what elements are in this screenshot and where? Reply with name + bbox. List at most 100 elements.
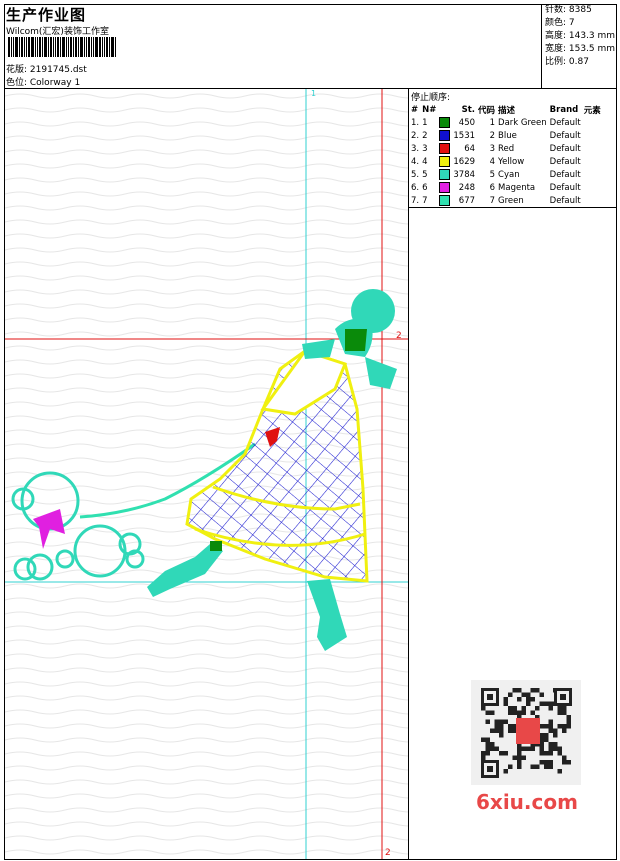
- table-row: 3. 3 64 3 Red Default: [411, 142, 604, 155]
- row-swatch: [439, 116, 453, 129]
- color-count: 颜色: 7: [545, 18, 575, 28]
- color-swatch: [439, 130, 451, 141]
- qr-module: [539, 746, 544, 751]
- qr-module: [508, 692, 513, 697]
- qr-module: [553, 728, 558, 733]
- qr-code: [471, 680, 581, 785]
- qr-module: [562, 760, 567, 765]
- qr-module: [503, 719, 508, 724]
- qr-module: [553, 746, 558, 751]
- qr-module: [508, 764, 513, 769]
- color-swatch: [439, 143, 451, 154]
- stop-sequence-table: # N# St. 代码 描述 Brand 元素 1. 1 450 1 Dark Gree…: [411, 104, 604, 207]
- qr-module: [548, 742, 553, 747]
- row-element: [584, 142, 604, 155]
- watermark: 6xiu.com: [476, 790, 578, 814]
- qr-module: [562, 706, 567, 711]
- barcode-bar: [109, 37, 110, 57]
- row-element: [584, 181, 604, 194]
- qr-module: [562, 710, 567, 715]
- row-stitches: 1531: [453, 130, 476, 141]
- qr-module: [539, 742, 544, 747]
- qr-module: [535, 688, 540, 693]
- qr-module: [481, 755, 486, 760]
- design-scale: 比例: 0.87: [545, 57, 589, 67]
- barcode-bar: [55, 37, 56, 57]
- barcode-bar: [75, 37, 77, 57]
- qr-module: [481, 737, 486, 742]
- row-description: Yellow: [498, 156, 525, 167]
- qr-code-svg: [481, 688, 572, 778]
- barcode-bar: [50, 37, 52, 57]
- stitch-count: 针数: 8385: [545, 5, 592, 15]
- row-element: [584, 129, 604, 142]
- qr-module: [517, 697, 522, 702]
- barcode-bar: [106, 37, 108, 57]
- barcode-bar: [68, 37, 69, 57]
- qr-module: [530, 697, 535, 702]
- row-stitches: 1629: [453, 156, 476, 167]
- qr-module: [490, 710, 495, 715]
- row-swatch: [439, 181, 453, 194]
- marker-two-bottom: 2: [385, 848, 391, 858]
- qr-module: [517, 755, 522, 760]
- qr-module: [490, 746, 495, 751]
- row-swatch: [439, 129, 453, 142]
- qr-module: [490, 728, 495, 733]
- barcode-bar: [44, 37, 47, 57]
- barcode-bar: [70, 37, 72, 57]
- qr-module: [530, 688, 535, 693]
- row-number: 7: [422, 195, 428, 206]
- barcode-bar: [42, 37, 43, 57]
- colorway-label: 色位: Colorway 1: [6, 78, 81, 88]
- row-stitches: 64: [464, 143, 476, 154]
- qr-module: [557, 769, 562, 774]
- design-preview: 1 2 2: [5, 89, 409, 859]
- qr-module: [512, 706, 517, 711]
- qr-module: [517, 688, 522, 693]
- row-index: 1.: [411, 117, 420, 128]
- row-code: 7: [489, 195, 496, 206]
- qr-module: [512, 688, 517, 693]
- row-index: 4.: [411, 156, 420, 167]
- qr-module: [499, 728, 504, 733]
- qr-module: [485, 719, 490, 724]
- barcode-bar: [88, 37, 90, 57]
- qr-module: [548, 719, 553, 724]
- qr-module: [530, 746, 535, 751]
- table-row: 7. 7 677 7 Green Default: [411, 194, 604, 207]
- qr-module: [539, 737, 544, 742]
- color-swatch: [439, 169, 451, 180]
- qr-module: [485, 746, 490, 751]
- row-stitches: 3784: [453, 169, 476, 180]
- barcode-bar: [53, 37, 54, 57]
- row-description: Dark Green: [498, 117, 547, 128]
- qr-module: [494, 728, 499, 733]
- qr-module: [566, 715, 571, 720]
- row-swatch: [439, 168, 453, 181]
- row-element: [584, 155, 604, 168]
- qr-module: [548, 728, 553, 733]
- row-code: 2: [489, 130, 496, 141]
- barcode-bar: [115, 37, 116, 57]
- qr-module: [562, 724, 567, 729]
- qr-module: [557, 710, 562, 715]
- design-height: 高度: 143.3 mm: [545, 31, 616, 41]
- barcode-bar: [84, 37, 85, 57]
- qr-module: [526, 697, 531, 702]
- row-element: [584, 168, 604, 181]
- qr-module: [521, 692, 526, 697]
- barcode-bar: [24, 37, 25, 57]
- qr-module: [517, 751, 522, 756]
- barcode-bar: [37, 37, 38, 57]
- barcode-bar: [78, 37, 79, 57]
- row-description: Red: [498, 143, 515, 154]
- qr-module: [566, 724, 571, 729]
- table-row: 5. 5 3784 5 Cyan Default: [411, 168, 604, 181]
- row-brand: Default: [549, 169, 581, 180]
- barcode-bar: [13, 37, 14, 57]
- col-index: #: [411, 105, 419, 115]
- qr-module: [557, 724, 562, 729]
- left-sock: [210, 541, 222, 551]
- row-stitches: 677: [458, 195, 476, 206]
